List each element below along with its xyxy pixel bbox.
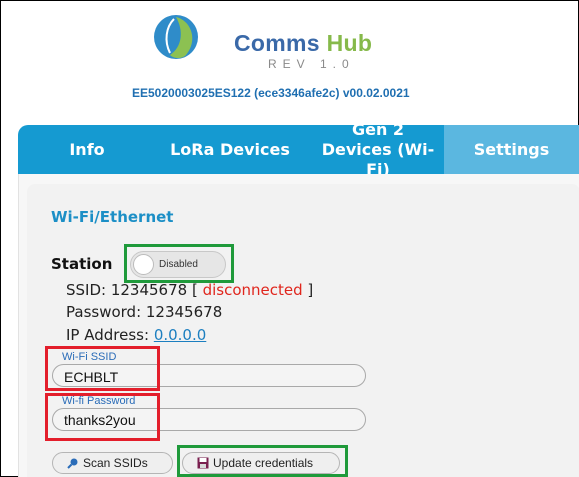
wifi-ssid-value: ECHBLT (64, 369, 119, 385)
app-title: Comms Hub (234, 30, 372, 57)
wifi-password-label: Wi-fi Password (62, 395, 136, 407)
title-word-hub: Hub (326, 30, 373, 56)
password-line: Password: 12345678 (66, 303, 223, 321)
title-word-comms: Comms (234, 30, 320, 56)
ip-address-link[interactable]: 0.0.0.0 (154, 326, 206, 344)
toggle-knob (133, 254, 154, 275)
tab-bar: Info LoRa Devices Gen 2 Devices (Wi-Fi) … (18, 120, 579, 179)
section-title: Wi-Fi/Ethernet (51, 208, 174, 226)
tab-settings[interactable]: Settings (444, 125, 579, 174)
wifi-password-value: thanks2you (64, 412, 136, 428)
update-credentials-button[interactable]: Update credentials (182, 452, 340, 474)
update-credentials-label: Update credentials (213, 456, 314, 470)
leaf-logo-icon (154, 15, 198, 59)
station-label: Station (51, 255, 113, 273)
connection-status: disconnected (202, 281, 303, 299)
tab-lora-devices[interactable]: LoRa Devices (156, 125, 304, 174)
device-identifier: EE5020003025ES122 (ece3346afe2c) v00.02.… (132, 86, 410, 100)
ip-line: IP Address: 0.0.0.0 (66, 326, 206, 344)
scan-ssids-button[interactable]: Scan SSIDs (52, 452, 173, 474)
tab-info[interactable]: Info (18, 125, 156, 174)
revision-label: REV 1.0 (268, 57, 355, 71)
toggle-text: Disabled (159, 259, 198, 270)
ssid-close: ] (302, 281, 314, 299)
search-icon (67, 458, 78, 469)
ip-label: IP Address: (66, 326, 150, 344)
tab-gen2-devices[interactable]: Gen 2 Devices (Wi-Fi) (304, 120, 452, 179)
tab-gen2-label: Gen 2 Devices (Wi-Fi) (321, 119, 435, 179)
station-toggle[interactable]: Disabled (130, 251, 226, 278)
scan-ssids-label: Scan SSIDs (83, 456, 148, 470)
save-icon (197, 457, 209, 469)
ssid-status-line: SSID: 12345678 [ disconnected ] (66, 281, 313, 299)
ssid-label: SSID: 12345678 [ (66, 281, 198, 299)
wifi-ssid-label: Wi-Fi SSID (62, 351, 117, 363)
